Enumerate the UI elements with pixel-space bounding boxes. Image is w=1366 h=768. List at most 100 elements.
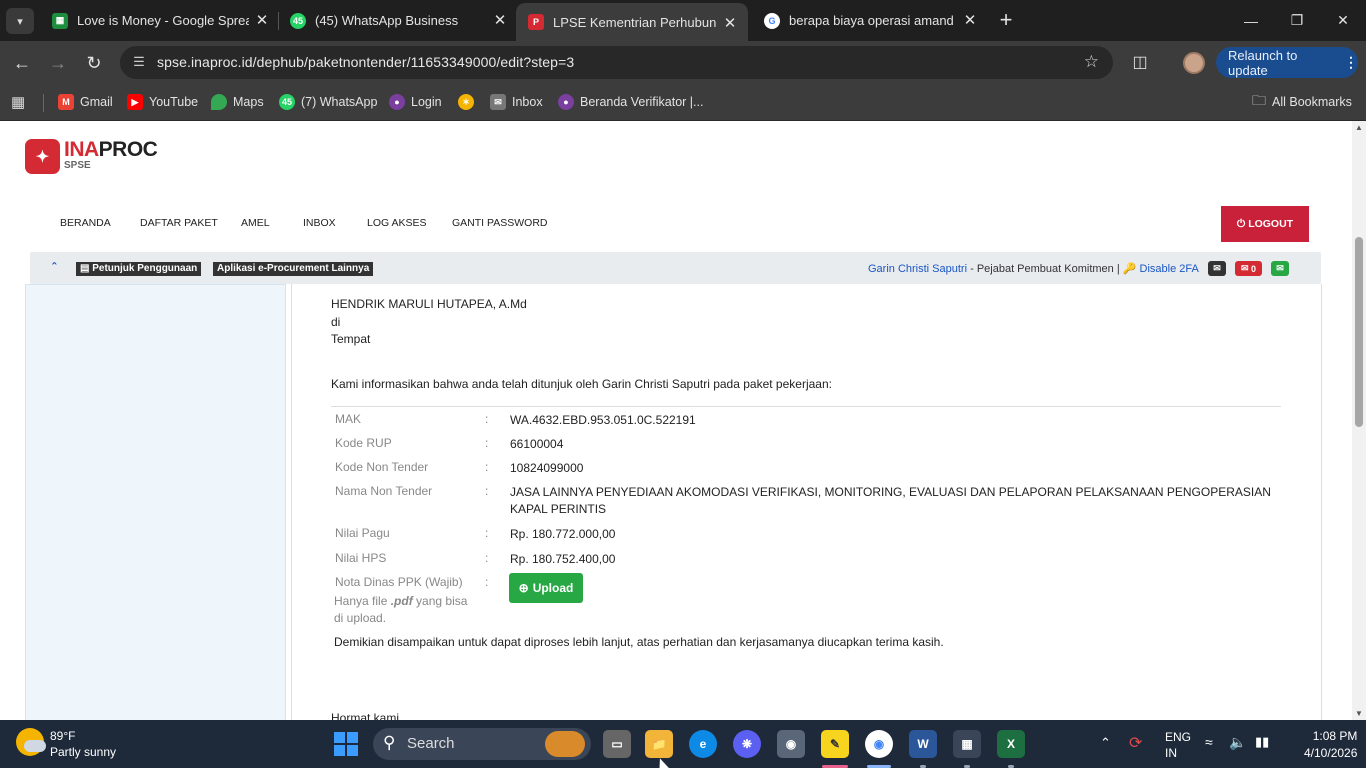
file-explorer-icon[interactable]: 📁 (645, 730, 673, 758)
tab-lpse[interactable]: P LPSE Kementrian Perhubungan ✕ (516, 3, 748, 41)
tab-google-search[interactable]: G berapa biaya operasi amandel ✕ (752, 0, 988, 41)
calculator-icon[interactable]: ▦ (953, 730, 981, 758)
addressee: HENDRIK MARULI HUTAPEA, A.Md (331, 297, 527, 311)
all-bookmarks-button[interactable]: 🗀 All Bookmarks (1252, 92, 1352, 112)
close-icon[interactable]: ✕ (492, 13, 508, 29)
apps-link[interactable]: Aplikasi e-Procurement Lainnya (213, 262, 374, 276)
extensions-icon[interactable]: ◫ (1128, 51, 1152, 75)
page-scrollbar[interactable]: ▲ ▼ (1352, 121, 1366, 720)
nav-log-akses[interactable]: LOG AKSES (367, 217, 427, 229)
camera-icon[interactable]: ◉ (777, 730, 805, 758)
open-mail-icon[interactable]: ✉ (1271, 261, 1289, 276)
bookmark-youtube[interactable]: ▶ YouTube (127, 92, 198, 112)
apps-grid-icon[interactable]: ▦ (11, 92, 25, 112)
clock-time: 1:08 PM (1312, 729, 1358, 743)
excel-icon[interactable]: X (997, 730, 1025, 758)
nav-amel[interactable]: AMEL (241, 217, 270, 229)
row-label: MAK (335, 412, 362, 426)
word-icon[interactable]: W (909, 730, 937, 758)
weather-temperature[interactable]: 89°F (50, 729, 75, 743)
relaunch-button[interactable]: Relaunch to update ⋮ (1216, 47, 1358, 78)
bookmark-star-icon[interactable]: ☆ (1084, 52, 1099, 72)
google-icon: G (764, 12, 780, 29)
windows-start-icon[interactable] (334, 732, 358, 756)
inaproc-logo[interactable]: ✦ INAPROC SPSE (25, 139, 158, 174)
bookmark-maps[interactable]: Maps (211, 92, 264, 112)
edge-icon[interactable]: e (689, 730, 717, 758)
chevron-up-icon[interactable]: ˆ (52, 260, 56, 275)
close-icon[interactable]: ✕ (254, 13, 270, 29)
weather-icon[interactable] (16, 728, 46, 756)
weather-description[interactable]: Partly sunny (50, 745, 116, 759)
logout-button[interactable]: ⏻ LOGOUT (1221, 206, 1309, 242)
help-link[interactable]: ▤ Petunjuk Penggunaan (76, 262, 202, 276)
tab-search-button[interactable]: ▾ (6, 8, 34, 34)
user-name[interactable]: Garin Christi Saputri (868, 263, 967, 275)
nav-beranda[interactable]: BERANDA (60, 217, 111, 229)
clock-date: 4/10/2026 (1304, 746, 1358, 760)
envelope-icon[interactable]: ✉ (1208, 261, 1226, 276)
addressee-di: di (331, 315, 341, 329)
bookmark-label: Inbox (512, 95, 543, 109)
language-indicator[interactable]: ENG IN (1165, 730, 1191, 760)
row-colon: : (485, 412, 489, 426)
chevron-up-icon[interactable]: ⌃ (1100, 735, 1111, 751)
nav-ganti-password[interactable]: GANTI PASSWORD (452, 217, 547, 229)
relaunch-label: Relaunch to update (1228, 47, 1298, 78)
new-tab-button[interactable]: + (993, 8, 1019, 34)
row-value: Rp. 180.752.400,00 (510, 552, 616, 566)
mail-badge[interactable]: ✉ 0 (1235, 261, 1262, 276)
site-info-icon[interactable]: ☰ (130, 53, 148, 71)
scroll-thumb[interactable] (1355, 237, 1363, 427)
bookmark-inbox[interactable]: ✉ Inbox (490, 92, 543, 112)
clock[interactable]: 1:08 PM 4/10/2026 (1304, 729, 1357, 760)
minimize-button[interactable]: — (1228, 0, 1274, 41)
bookmark-gmail[interactable]: M Gmail (58, 92, 113, 112)
tab-title: Love is Money - Google Spreadsheet (77, 13, 249, 28)
volume-icon[interactable]: 🔈 (1229, 734, 1246, 751)
bookmark-verifikator[interactable]: ● Beranda Verifikator |... (558, 92, 703, 112)
close-icon[interactable]: ✕ (722, 16, 738, 32)
bookmark-whatsapp[interactable]: 45 (7) WhatsApp (279, 92, 377, 112)
taskbar-search[interactable]: ⚲ Search (373, 728, 591, 760)
disable-2fa-link[interactable]: Disable 2FA (1140, 263, 1199, 275)
letter-content: HENDRIK MARULI HUTAPEA, A.Md di Tempat K… (291, 284, 1322, 720)
scroll-down-icon[interactable]: ▼ (1355, 709, 1363, 718)
menu-dots-icon: ⋮ (1344, 54, 1358, 70)
bookmark-label: (7) WhatsApp (301, 95, 378, 109)
back-button[interactable]: ← (8, 49, 36, 77)
task-view-icon[interactable]: ▭ (603, 730, 631, 758)
row-value: Rp. 180.772.000,00 (510, 527, 616, 541)
window-close-button[interactable]: ✕ (1320, 0, 1366, 41)
lang-label: ENG (1165, 730, 1192, 744)
sticky-notes-icon[interactable]: ✎ (821, 730, 849, 758)
bookmark-login[interactable]: ● Login (389, 92, 442, 112)
maximize-button[interactable]: ❐ (1274, 0, 1320, 41)
gmail-icon: M (58, 94, 74, 110)
battery-icon[interactable]: ▮▮ (1255, 734, 1269, 750)
folder-icon: 🗀 (1252, 92, 1266, 108)
logo-text: INAPROC SPSE (64, 139, 158, 171)
scroll-up-icon[interactable]: ▲ (1355, 123, 1363, 132)
row-label: Kode Non Tender (335, 460, 429, 474)
nav-daftar-paket[interactable]: DAFTAR PAKET (140, 217, 218, 229)
upload-button[interactable]: ⊕ Upload (509, 573, 583, 603)
bookmark-label: Beranda Verifikator |... (580, 95, 704, 109)
close-icon[interactable]: ✕ (962, 13, 978, 29)
upload-note: Hanya file .pdf yang bisa di upload. (334, 594, 468, 625)
sync-icon[interactable]: ⟳ (1129, 733, 1142, 753)
nav-inbox[interactable]: INBOX (303, 217, 336, 229)
profile-avatar[interactable] (1183, 52, 1205, 74)
bookmark-pinwheel[interactable]: ✶ (458, 92, 480, 112)
chrome-icon[interactable]: ◉ (865, 730, 893, 758)
forward-button[interactable]: → (44, 49, 72, 77)
tab-spreadsheet[interactable]: ▦ Love is Money - Google Spreadsheet ✕ (40, 0, 280, 41)
address-bar[interactable]: ☰ spse.inaproc.id/dephub/paketnontender/… (120, 46, 1113, 79)
bookmark-label: YouTube (149, 95, 199, 109)
tab-whatsapp[interactable]: 45 (45) WhatsApp Business ✕ (278, 0, 518, 41)
copilot-icon[interactable]: ❋ (733, 730, 761, 758)
row-value: JASA LAINNYA PENYEDIAAN AKOMODASI VERIFI… (510, 485, 1271, 516)
reload-button[interactable]: ↻ (80, 49, 108, 77)
wifi-icon[interactable]: ≈ (1205, 734, 1213, 750)
row-colon: : (485, 484, 489, 498)
